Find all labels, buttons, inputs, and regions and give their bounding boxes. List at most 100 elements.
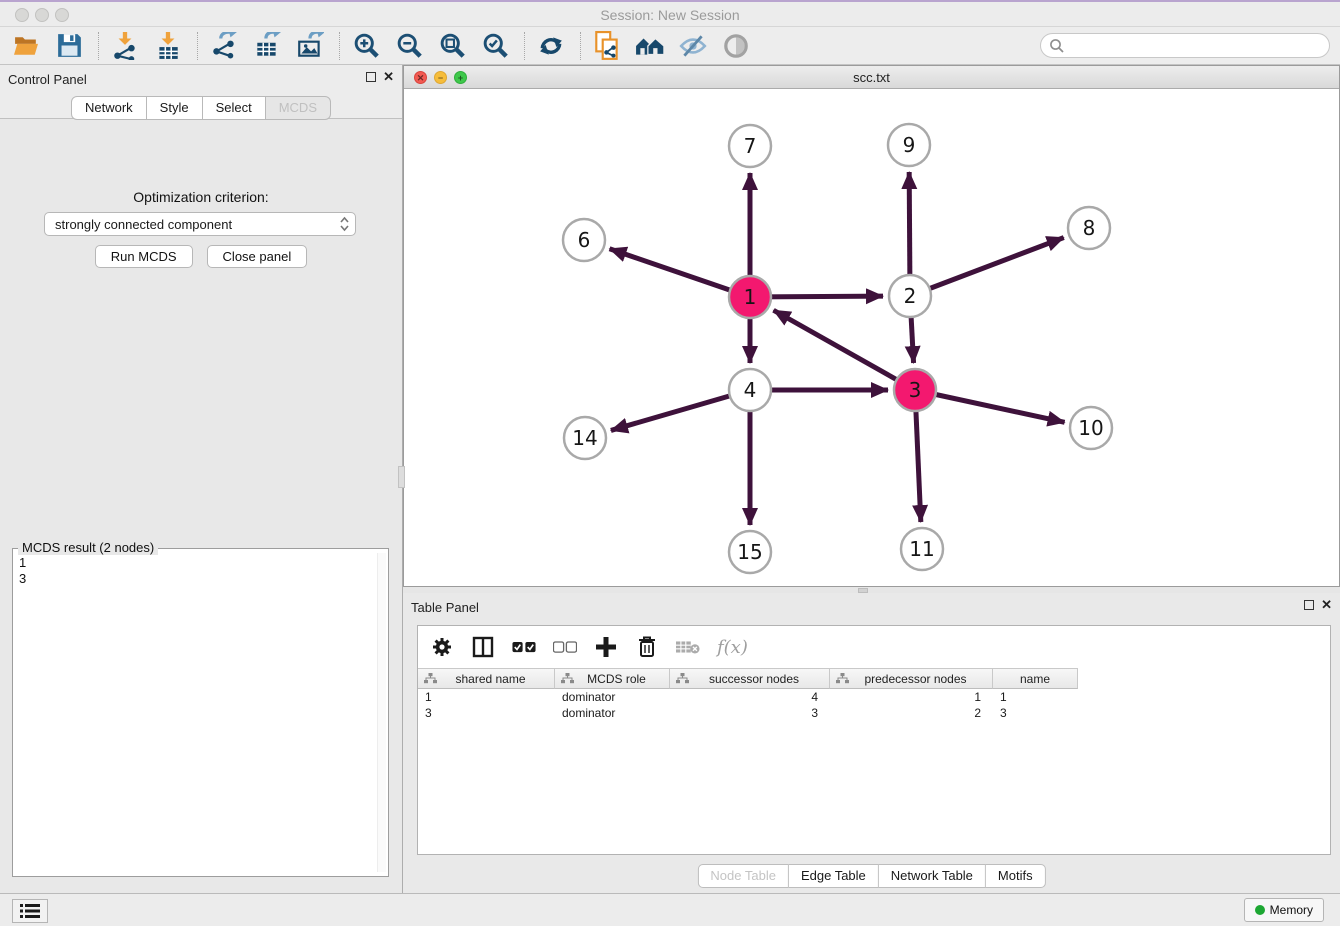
toolbar-separator	[524, 32, 525, 60]
graph-node-label-2: 2	[904, 284, 917, 308]
cell-shared-name[interactable]: 1	[418, 690, 555, 704]
node-table: f(x) shared name MCDS role successor nod…	[417, 625, 1331, 855]
toolbar-separator	[197, 32, 198, 60]
graph-edge-3-10[interactable]	[915, 390, 1065, 422]
tree-icon	[676, 673, 689, 684]
refresh-layout-icon[interactable]	[535, 30, 567, 62]
mcds-result-scrollbar[interactable]	[377, 553, 386, 872]
delete-table-icon	[676, 635, 700, 659]
tab-select[interactable]: Select	[203, 96, 266, 120]
network-view-window: ✕ − + scc.txt 7968124314101511	[403, 65, 1340, 587]
network-window-titlebar[interactable]: ✕ − + scc.txt	[404, 66, 1339, 89]
unselect-all-columns-icon[interactable]	[553, 635, 577, 659]
graph-node-label-9: 9	[903, 133, 916, 157]
cell-name[interactable]: 1	[993, 690, 1078, 704]
birdseye-view-icon[interactable]	[720, 30, 752, 62]
open-session-icon[interactable]	[10, 30, 42, 62]
mcds-result-list: 1 3	[19, 555, 26, 587]
tab-network-table[interactable]: Network Table	[879, 864, 986, 888]
zoom-fit-icon[interactable]	[436, 30, 468, 62]
criterion-select[interactable]: strongly connected component	[44, 212, 356, 236]
search-input[interactable]	[1040, 33, 1330, 58]
mcds-result-box: MCDS result (2 nodes) 1 3	[12, 548, 389, 877]
import-table-icon[interactable]	[152, 30, 184, 62]
tab-network[interactable]: Network	[71, 96, 147, 120]
column-header-shared-name[interactable]: shared name	[418, 668, 555, 689]
mcds-result-title: MCDS result (2 nodes)	[18, 540, 158, 555]
cell-successor-nodes[interactable]: 3	[670, 706, 830, 720]
cell-predecessor-nodes[interactable]: 2	[830, 706, 993, 720]
run-mcds-button[interactable]: Run MCDS	[95, 245, 193, 268]
graph-node-label-3: 3	[909, 378, 922, 402]
memory-status-icon	[1255, 905, 1265, 915]
close-panel-button[interactable]: Close panel	[207, 245, 308, 268]
cell-mcds-role[interactable]: dominator	[555, 690, 670, 704]
copy-network-icon[interactable]	[591, 30, 623, 62]
tab-edge-table[interactable]: Edge Table	[789, 864, 879, 888]
task-history-button[interactable]	[12, 899, 48, 923]
mcds-result-line: 1	[19, 555, 26, 571]
network-canvas[interactable]: 7968124314101511	[404, 89, 1339, 586]
table-row[interactable]: 1 dominator 4 1 1	[418, 689, 1330, 705]
graph-node-label-15: 15	[737, 540, 762, 564]
graph-node-label-1: 1	[744, 285, 757, 309]
column-header-name[interactable]: name	[993, 668, 1078, 689]
import-network-icon[interactable]	[109, 30, 141, 62]
hide-details-icon[interactable]	[677, 30, 709, 62]
float-panel-icon[interactable]	[366, 72, 376, 82]
memory-label: Memory	[1270, 903, 1313, 917]
column-header-predecessor-nodes[interactable]: predecessor nodes	[830, 668, 993, 689]
optimization-criterion-label: Optimization criterion:	[0, 189, 402, 205]
toolbar-separator	[98, 32, 99, 60]
table-header-row: shared name MCDS role successor nodes pr…	[418, 668, 1330, 689]
close-table-panel-icon[interactable]: ✕	[1321, 600, 1332, 610]
table-row[interactable]: 3 dominator 3 2 3	[418, 705, 1330, 721]
column-header-mcds-role[interactable]: MCDS role	[555, 668, 670, 689]
zoom-out-icon[interactable]	[393, 30, 425, 62]
float-table-panel-icon[interactable]	[1304, 600, 1314, 610]
select-all-columns-icon[interactable]	[512, 635, 536, 659]
tab-style[interactable]: Style	[147, 96, 203, 120]
tab-mcds[interactable]: MCDS	[266, 96, 331, 120]
control-panel-title: Control Panel	[8, 72, 87, 87]
graph-node-label-11: 11	[909, 537, 934, 561]
graph-node-label-8: 8	[1083, 216, 1096, 240]
table-settings-icon[interactable]	[430, 635, 454, 659]
tree-icon	[424, 673, 437, 684]
graph-edge-3-1[interactable]	[774, 310, 915, 390]
cell-predecessor-nodes[interactable]: 1	[830, 690, 993, 704]
close-panel-icon[interactable]: ✕	[383, 72, 394, 82]
cell-name[interactable]: 3	[993, 706, 1078, 720]
cell-mcds-role[interactable]: dominator	[555, 706, 670, 720]
toolbar-separator	[580, 32, 581, 60]
network-graph-svg[interactable]: 7968124314101511	[404, 89, 1339, 586]
save-session-icon[interactable]	[53, 30, 85, 62]
search-icon	[1049, 38, 1065, 54]
session-title: Session: New Session	[0, 7, 1340, 23]
export-table-icon[interactable]	[251, 30, 283, 62]
graph-edge-1-6[interactable]	[610, 249, 750, 297]
tree-icon	[836, 673, 849, 684]
cell-shared-name[interactable]: 3	[418, 706, 555, 720]
memory-button[interactable]: Memory	[1244, 898, 1324, 922]
vertical-splitter-handle[interactable]	[398, 466, 405, 488]
toolbar-separator	[339, 32, 340, 60]
add-column-icon[interactable]	[594, 635, 618, 659]
list-icon	[20, 903, 40, 919]
home-view-icon[interactable]	[634, 30, 666, 62]
cell-successor-nodes[interactable]: 4	[670, 690, 830, 704]
select-stepper-icon	[340, 216, 349, 232]
export-network-icon[interactable]	[208, 30, 240, 62]
tab-motifs[interactable]: Motifs	[986, 864, 1046, 888]
table-panel: Table Panel ✕	[403, 593, 1340, 893]
show-columns-icon[interactable]	[471, 635, 495, 659]
delete-columns-icon[interactable]	[635, 635, 659, 659]
graph-edge-2-8[interactable]	[910, 238, 1064, 296]
zoom-selected-icon[interactable]	[479, 30, 511, 62]
export-image-icon[interactable]	[294, 30, 326, 62]
network-window-title: scc.txt	[404, 70, 1339, 85]
mcds-panel-body: Optimization criterion: strongly connect…	[0, 118, 402, 893]
column-header-successor-nodes[interactable]: successor nodes	[670, 668, 830, 689]
tab-node-table[interactable]: Node Table	[697, 864, 789, 888]
zoom-in-icon[interactable]	[350, 30, 382, 62]
